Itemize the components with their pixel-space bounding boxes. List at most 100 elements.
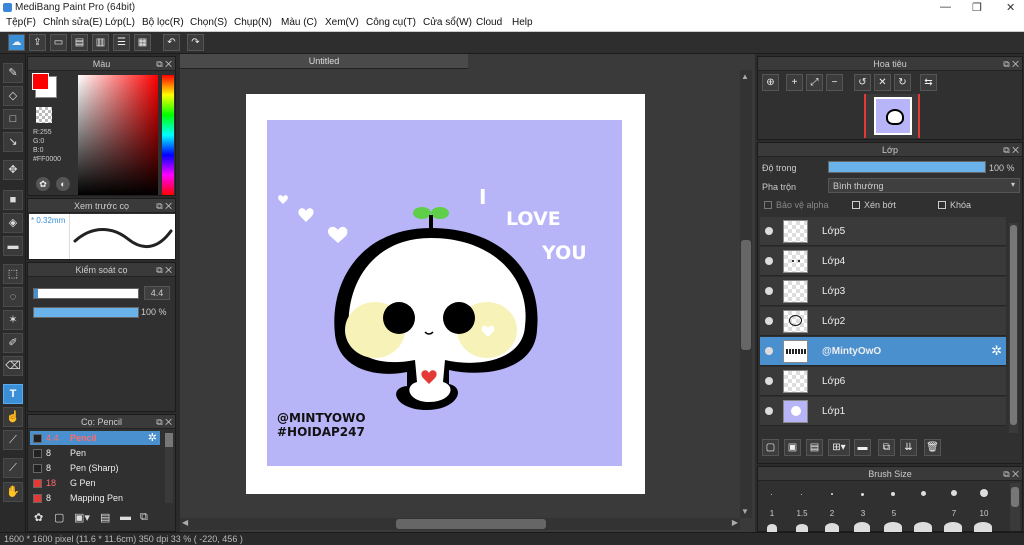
menu-window[interactable]: Cửa sổ(W) [423,17,472,28]
brush-size-dot[interactable] [854,522,870,532]
layer-folder-icon[interactable]: ▬ [854,439,871,456]
merge-layer-icon[interactable]: ⇊ [900,439,917,456]
cloud-icon[interactable]: ☁ [8,34,25,51]
canvas-horizontal-scrollbar[interactable]: ◀ ▶ [180,518,740,530]
brush-size-dot[interactable] [891,492,895,496]
brush-tool-icon[interactable]: ✎ [3,63,23,83]
zoom-in-icon[interactable]: + [786,74,803,91]
document-tab[interactable]: Untitled [180,54,468,69]
layer-row-4[interactable]: Lớp4 [760,247,1006,276]
fit-icon[interactable]: ⤢ [806,74,823,91]
gradient-tool-icon[interactable]: ▬ [3,236,23,256]
maximize-button[interactable]: ❐ [972,1,982,14]
visibility-icon[interactable] [765,287,773,295]
document-icon[interactable]: ▤ [71,34,88,51]
divide-tool-icon[interactable]: ⟋ [3,430,23,450]
duplicate-layer-icon[interactable]: ⧉ [878,439,895,456]
brush-size-dot[interactable] [884,522,902,532]
visibility-icon[interactable] [765,257,773,265]
new-brush-icon[interactable]: ▢ [54,511,64,524]
move-tool-icon[interactable]: ✥ [3,160,23,180]
brush-folder-icon[interactable]: ▬ [120,511,131,523]
layer-settings-icon[interactable]: ✲ [991,343,1002,359]
grid-icon[interactable]: ▦ [134,34,151,51]
menu-view[interactable]: Xem(V) [325,17,359,28]
flip-icon[interactable]: ⇆ [920,74,937,91]
brush-opacity-slider[interactable] [33,307,139,318]
brush-item-pencil[interactable]: 4.4 Pencil ✲ [30,431,160,445]
visibility-icon[interactable] [765,347,773,355]
layer-row-5[interactable]: Lớp5 [760,217,1006,246]
zoom-icon[interactable]: ⊕ [762,74,779,91]
brush-size-dot[interactable] [831,493,833,495]
layer-opacity-slider[interactable] [828,161,986,173]
layer-row-3[interactable]: Lớp3 [760,277,1006,306]
magic-wand-tool-icon[interactable]: ✶ [3,310,23,330]
brush-size-dot[interactable] [980,489,988,497]
brush-size-dot[interactable] [974,522,992,532]
page-icon[interactable]: ▥ [92,34,109,51]
navigator-preview[interactable] [864,94,920,138]
select-eraser-tool-icon[interactable]: ⌫ [3,356,23,376]
visibility-icon[interactable] [765,377,773,385]
select-tool-icon[interactable]: ⬚ [3,264,23,284]
new-layer-icon[interactable]: ▢ [762,439,779,456]
add-brush-icon[interactable]: ✿ [34,511,43,524]
menu-cloud[interactable]: Cloud [476,17,502,28]
hue-slider[interactable] [162,75,174,195]
brush-item-mapping-pen[interactable]: 8 Mapping Pen [30,491,160,505]
brush-size-dot[interactable] [825,523,839,532]
select-pen-tool-icon[interactable]: ✐ [3,333,23,353]
menu-select[interactable]: Chọn(S) [190,17,227,28]
panel-buttons[interactable]: ⧉ ✕ [156,263,172,277]
new-halftone-layer-icon[interactable]: ▣ [784,439,801,456]
rotate-right-icon[interactable]: ↻ [894,74,911,91]
eraser-tool-icon[interactable]: ◇ [3,86,23,106]
brush-settings-icon[interactable]: ✲ [148,431,157,444]
panel-buttons[interactable]: ⧉ ✕ [156,199,172,213]
brush-size-dot[interactable] [796,524,808,532]
brush-options-icon[interactable]: ▣▾ [74,511,90,524]
brush-size-dot[interactable] [914,522,932,532]
brush-size-dot[interactable] [801,494,802,495]
canvas-vertical-scrollbar[interactable]: ▲ ▼ [740,70,752,518]
menu-help[interactable]: Help [512,17,533,28]
transparent-swatch[interactable] [36,107,52,123]
panel-buttons[interactable]: ⧉ ✕ [1003,143,1019,157]
brush-item-pen-sharp[interactable]: 8 Pen (Sharp) [30,461,160,475]
menu-color[interactable]: Màu (C) [281,17,317,28]
operation-tool-icon[interactable]: ☝ [3,407,23,427]
panel-buttons[interactable]: ⧉ ✕ [156,415,172,429]
blend-mode-select[interactable]: Bình thường ▾ [828,178,1020,193]
brush-size-dot[interactable] [861,493,864,496]
panel-buttons[interactable]: ⧉ ✕ [1003,467,1019,481]
dot-tool-icon[interactable]: ↘ [3,132,23,152]
visibility-icon[interactable] [765,227,773,235]
visibility-icon[interactable] [765,407,773,415]
brush-size-dot[interactable] [944,522,962,532]
brush-size-slider[interactable] [33,288,139,299]
new-8bit-layer-icon[interactable]: ▤ [806,439,823,456]
panel-buttons[interactable]: ⧉ ✕ [1003,57,1019,71]
brush-size-dot[interactable] [771,494,772,495]
brush-item-pen[interactable]: 8 Pen [30,446,160,460]
menu-edit[interactable]: Chỉnh sửa(E) [43,17,103,28]
protect-alpha-checkbox[interactable] [764,201,772,209]
brush-size-dot[interactable] [767,524,777,532]
shape-tool-icon[interactable]: □ [3,109,23,129]
foreground-color-swatch[interactable] [32,73,49,90]
reset-rotation-icon[interactable]: ✕ [874,74,891,91]
upload-icon[interactable]: ⇪ [29,34,46,51]
menu-layer[interactable]: Lớp(L) [105,17,135,28]
layer-list-scrollbar[interactable] [1009,223,1018,433]
eyedropper-tool-icon[interactable]: ⟋ [3,458,23,478]
artwork[interactable]: I LOVE YOU @MINTYOWO #HOIDAP247 [267,120,622,466]
brush-list-scrollbar[interactable] [165,433,173,503]
menu-tools[interactable]: Công cụ(T) [366,17,416,28]
menu-filter[interactable]: Bộ lọc(R) [142,17,184,28]
clipping-checkbox[interactable] [852,201,860,209]
bucket-tool-icon[interactable]: ◈ [3,213,23,233]
list-icon[interactable]: ☰ [113,34,130,51]
brush-file-icon[interactable]: ▤ [100,511,110,524]
brush-size-value[interactable]: 4.4 [144,286,170,300]
